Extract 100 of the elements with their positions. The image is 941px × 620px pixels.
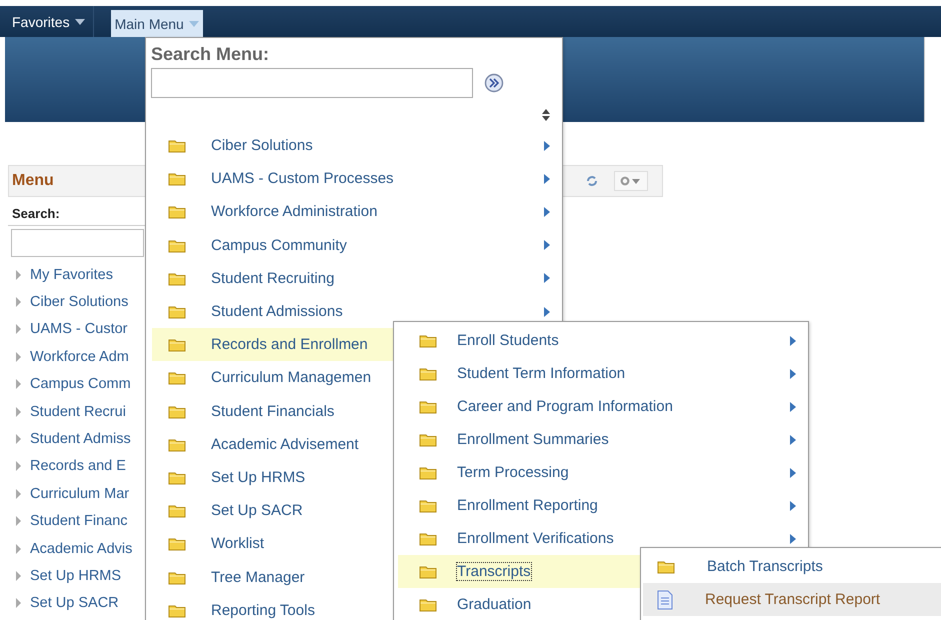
expand-arrow-icon[interactable] — [16, 352, 21, 362]
menu-item-label: Set Up HRMS — [210, 468, 306, 487]
settings-menu-button[interactable] — [614, 171, 648, 191]
menu-item-label: Records and Enrollmen — [210, 335, 369, 354]
menu-item-label: Term Processing — [456, 463, 570, 482]
menu-link[interactable]: Workforce Adm — [30, 348, 129, 365]
folder-icon — [419, 333, 437, 348]
expand-arrow-icon[interactable] — [16, 461, 21, 472]
menu-item-label: Worklist — [210, 534, 266, 554]
folder-icon — [168, 602, 186, 618]
menu-item-label: Set Up SACR — [210, 501, 304, 520]
expand-arrow-icon[interactable] — [16, 324, 21, 334]
search-field[interactable] — [11, 229, 144, 257]
menu-item-label: Transcripts — [456, 562, 532, 581]
menu-link[interactable]: My Favorites — [30, 266, 113, 283]
expand-arrow-icon[interactable] — [16, 570, 21, 581]
submenu-arrow-icon — [544, 240, 550, 250]
expand-arrow-icon[interactable] — [16, 516, 21, 526]
sort-icon[interactable] — [542, 109, 550, 121]
folder-icon — [657, 559, 675, 574]
expand-arrow-icon[interactable] — [16, 544, 21, 554]
menu-link[interactable]: Records and E — [30, 458, 126, 474]
folder-icon — [168, 270, 186, 286]
menu-link[interactable]: Ciber Solutions — [30, 294, 128, 310]
folder-icon — [419, 564, 437, 579]
menu-item-label: Student Financials — [210, 402, 336, 421]
gear-icon — [620, 176, 642, 186]
menu-link[interactable]: UAMS - Custor — [30, 321, 128, 338]
menu-item[interactable]: Campus Community — [152, 228, 562, 262]
go-button[interactable] — [484, 73, 504, 93]
menu-item-label: Academic Advisement — [210, 434, 360, 454]
menu-link[interactable]: Curriculum Mar — [30, 486, 130, 502]
expand-arrow-icon[interactable] — [16, 488, 21, 499]
folder-icon — [419, 465, 437, 480]
menu-item-label: Graduation — [456, 595, 532, 614]
folder-icon — [168, 337, 186, 352]
menu-item-label: Student Recruiting — [210, 268, 336, 288]
menu-item[interactable]: Enrollment Summaries — [398, 423, 808, 456]
menu-item-label: Campus Community — [210, 236, 348, 255]
menu-item[interactable]: Career and Program Information — [398, 390, 808, 423]
menu-item-label: Enroll Students — [456, 331, 560, 350]
folder-icon — [168, 570, 186, 585]
expand-arrow-icon[interactable] — [16, 270, 21, 280]
expand-arrow-icon[interactable] — [16, 598, 21, 608]
menu-link[interactable]: Academic Advis — [30, 540, 132, 557]
refresh-icon[interactable] — [586, 175, 598, 187]
menu-item-label: Enrollment Reporting — [456, 496, 599, 515]
menu-item[interactable]: Ciber Solutions — [152, 129, 562, 162]
expand-arrow-icon[interactable] — [16, 297, 21, 308]
menu-item-label: Student Term Information — [456, 364, 626, 383]
submenu-arrow-icon — [790, 468, 796, 478]
submenu-arrow-icon — [544, 273, 550, 284]
caret-icon — [74, 18, 85, 24]
menu-item-label: Enrollment Summaries — [456, 430, 610, 449]
folder-icon — [419, 597, 437, 612]
favorites-menu[interactable]: Favorites — [5, 6, 93, 37]
submenu-arrow-icon — [790, 368, 796, 378]
menu-item-label: UAMS - Custom Processes — [210, 169, 395, 188]
folder-icon — [168, 436, 186, 452]
folder-icon — [168, 536, 186, 552]
menu-link[interactable]: Student Financ — [30, 513, 128, 530]
menu-link[interactable]: Set Up HRMS — [30, 568, 122, 584]
folder-icon — [419, 432, 437, 447]
search-menu-label: Search Menu: — [151, 44, 270, 65]
menu-item[interactable]: Request Transcript Report — [643, 583, 941, 616]
menu-item-label: Ciber Solutions — [210, 136, 314, 156]
submenu-arrow-icon — [790, 402, 796, 412]
menu-link[interactable]: Campus Comm — [30, 376, 131, 392]
menu-link[interactable]: Student Admiss — [30, 431, 131, 448]
menu-item[interactable]: UAMS - Custom Processes — [152, 162, 562, 196]
folder-icon — [168, 404, 186, 419]
folder-icon — [168, 470, 186, 485]
menu-item[interactable]: Term Processing — [398, 456, 808, 489]
submenu-arrow-icon — [544, 140, 550, 151]
menu-item[interactable]: Enrollment Reporting — [398, 489, 808, 522]
menu-item-label: Curriculum Managemen — [210, 368, 372, 388]
main-menu-tab[interactable]: Main Menu — [110, 10, 203, 37]
menu-link[interactable]: Student Recrui — [30, 404, 126, 420]
folder-icon — [419, 399, 437, 414]
menu-item[interactable]: Workforce Administration — [152, 195, 562, 229]
menu-item-label: Student Admissions — [210, 302, 344, 322]
menu-item-label: Career and Program Information — [456, 397, 674, 416]
expand-arrow-icon[interactable] — [16, 434, 21, 444]
submenu-arrow-icon — [790, 336, 796, 346]
menu-item[interactable]: Student Recruiting — [152, 262, 562, 295]
submenu-arrow-icon — [544, 206, 550, 217]
folder-icon — [168, 370, 186, 386]
folder-icon — [168, 204, 186, 220]
folder-icon — [419, 366, 437, 381]
submenu-arrow-icon — [790, 434, 796, 444]
menu-item-label: Reporting Tools — [210, 600, 316, 620]
folder-icon — [168, 138, 186, 154]
folder-icon — [168, 304, 186, 320]
submenu-arrow-icon — [790, 500, 796, 510]
expand-arrow-icon[interactable] — [16, 379, 21, 390]
submenu-arrow-icon — [544, 174, 550, 184]
menu-link[interactable]: Set Up SACR — [30, 595, 119, 612]
search-menu-field[interactable] — [151, 68, 473, 98]
folder-icon — [419, 531, 437, 546]
expand-arrow-icon[interactable] — [16, 406, 21, 417]
